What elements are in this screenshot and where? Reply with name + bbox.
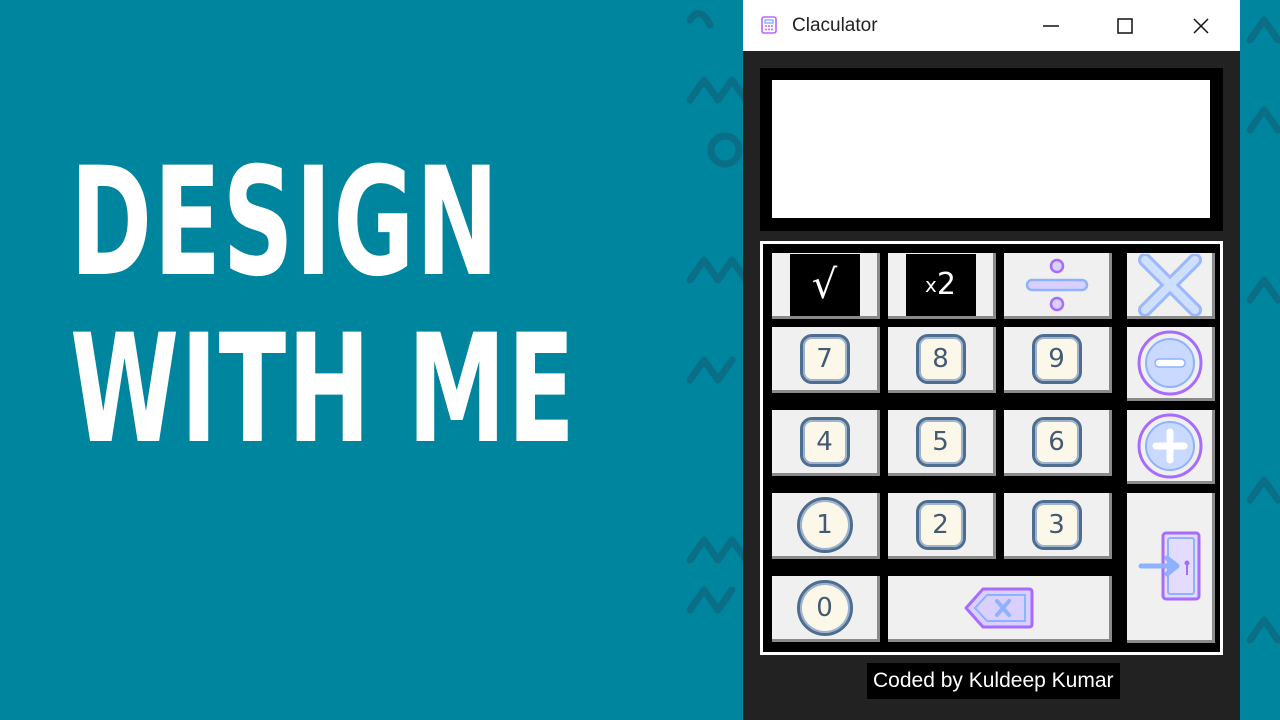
calculator-app-icon <box>761 16 777 34</box>
divide-icon <box>1025 258 1088 311</box>
key-1[interactable]: 1 <box>772 493 880 559</box>
exit-door-icon <box>1138 531 1200 600</box>
calculator-window: Claculator √ x2 7 8 9 4 5 6 1 2 3 0 Code… <box>743 0 1240 720</box>
result-display[interactable] <box>772 80 1210 218</box>
keypad: √ x2 7 8 9 4 5 6 1 2 3 0 <box>760 241 1223 655</box>
maximize-icon <box>1117 17 1133 34</box>
key-8-label: 8 <box>915 333 966 384</box>
square-label-2: 2 <box>936 267 956 302</box>
minimize-icon <box>1043 24 1059 27</box>
key-7-label: 7 <box>799 333 850 384</box>
square-label: x2 <box>905 253 976 316</box>
window-title: Claculator <box>792 15 878 36</box>
sqrt-button[interactable]: √ <box>772 253 880 319</box>
key-4-label: 4 <box>799 416 850 467</box>
multiply-button[interactable] <box>1127 253 1215 319</box>
key-3-label: 3 <box>1031 499 1082 550</box>
key-5-label: 5 <box>915 416 966 467</box>
close-icon <box>1193 17 1209 34</box>
backspace-button[interactable] <box>888 576 1112 642</box>
minimize-button[interactable] <box>1013 0 1089 51</box>
key-5[interactable]: 5 <box>888 410 996 476</box>
key-1-label: 1 <box>796 496 853 553</box>
exit-button[interactable] <box>1127 493 1215 643</box>
key-6[interactable]: 6 <box>1004 410 1112 476</box>
minus-button[interactable] <box>1127 327 1215 401</box>
maximize-button[interactable] <box>1087 0 1163 51</box>
square-label-x: x <box>925 272 937 297</box>
key-2[interactable]: 2 <box>888 493 996 559</box>
divide-button[interactable] <box>1004 253 1112 319</box>
key-2-label: 2 <box>915 499 966 550</box>
multiply-icon <box>1137 253 1202 316</box>
key-3[interactable]: 3 <box>1004 493 1112 559</box>
display-frame <box>760 68 1223 231</box>
credit-label: Coded by Kuldeep Kumar <box>867 663 1120 699</box>
key-9-label: 9 <box>1031 333 1082 384</box>
headline-line-2: WITH ME <box>70 303 577 477</box>
minus-circle-icon <box>1137 330 1202 395</box>
key-7[interactable]: 7 <box>772 327 880 393</box>
key-4[interactable]: 4 <box>772 410 880 476</box>
key-0-label: 0 <box>796 579 853 636</box>
headline-line-1: DESIGN <box>70 136 500 310</box>
title-bar[interactable]: Claculator <box>743 0 1240 51</box>
close-button[interactable] <box>1163 0 1239 51</box>
backspace-icon <box>964 587 1033 628</box>
sqrt-label: √ <box>789 253 860 316</box>
key-0[interactable]: 0 <box>772 576 880 642</box>
plus-button[interactable] <box>1127 410 1215 484</box>
plus-circle-icon <box>1137 413 1202 478</box>
square-button[interactable]: x2 <box>888 253 996 319</box>
key-8[interactable]: 8 <box>888 327 996 393</box>
key-6-label: 6 <box>1031 416 1082 467</box>
key-9[interactable]: 9 <box>1004 327 1112 393</box>
